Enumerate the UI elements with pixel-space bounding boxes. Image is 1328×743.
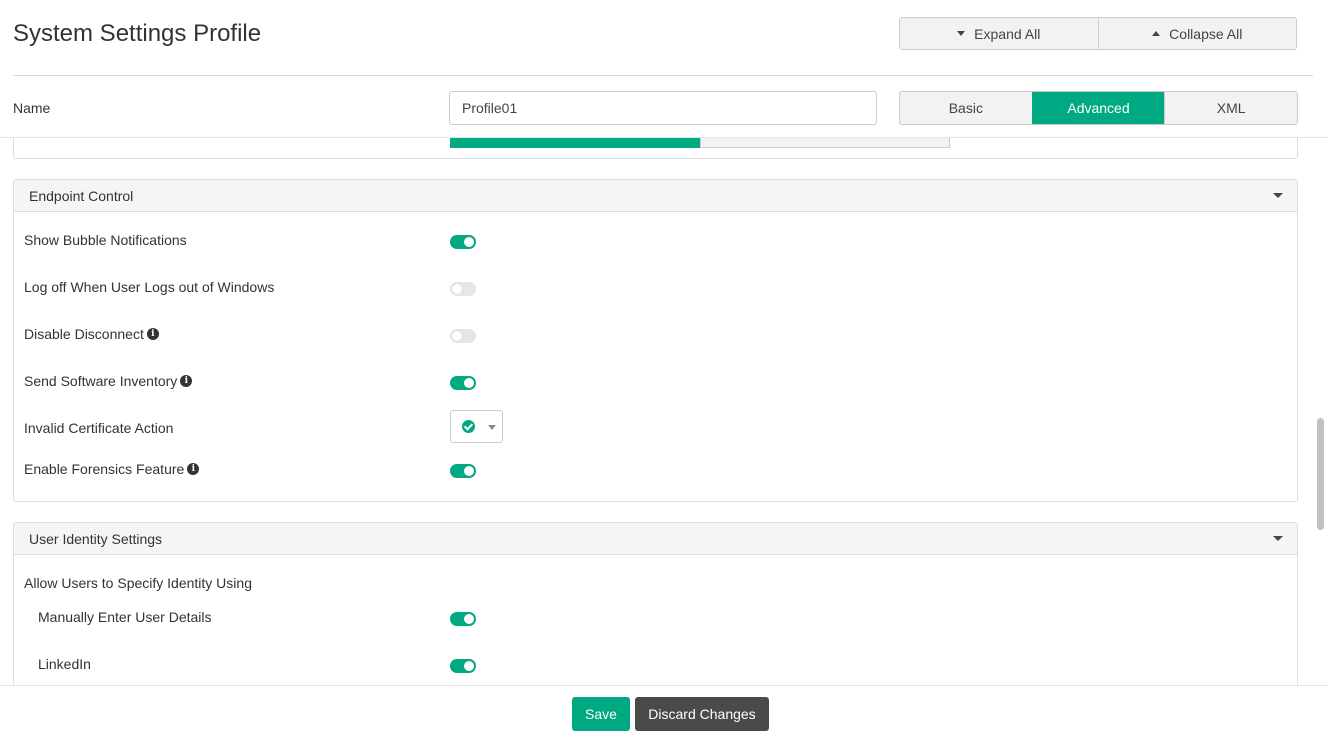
setting-intro: Allow Users to Specify Identity Using: [24, 575, 252, 591]
expand-all-button[interactable]: Expand All: [900, 18, 1098, 49]
chevron-down-icon: [1273, 536, 1283, 541]
mode-xml-button[interactable]: XML: [1164, 92, 1297, 124]
setting-label: Invalid Certificate Action: [24, 420, 174, 436]
setting-label: Show Bubble Notifications: [24, 232, 187, 248]
footer-bar: Save Discard Changes: [0, 685, 1328, 743]
info-icon[interactable]: i: [180, 375, 193, 387]
sticky-header: System Settings Profile Expand All Colla…: [0, 0, 1328, 137]
setting-row: Disable Disconnect i: [24, 326, 159, 342]
chevron-down-icon: [488, 425, 496, 430]
setting-row: Manually Enter User Details: [38, 609, 212, 625]
manual-user-details-toggle[interactable]: [450, 612, 476, 626]
header-divider: [0, 137, 1328, 138]
discard-changes-button[interactable]: Discard Changes: [635, 697, 769, 731]
mode-toggle-group: Basic Advanced XML: [899, 91, 1298, 125]
enable-forensics-toggle[interactable]: [450, 464, 476, 478]
caret-up-icon: [1152, 31, 1161, 36]
user-identity-header[interactable]: User Identity Settings: [14, 523, 1297, 555]
endpoint-control-header[interactable]: Endpoint Control: [14, 180, 1297, 212]
segment-option-selected[interactable]: [450, 137, 700, 148]
panel-title: User Identity Settings: [29, 530, 163, 547]
setting-row: Show Bubble Notifications: [24, 232, 187, 248]
divider: [13, 75, 1313, 76]
scrollbar-thumb[interactable]: [1317, 418, 1324, 530]
name-input[interactable]: [449, 91, 877, 125]
setting-row: Send Software Inventory i: [24, 373, 193, 389]
check-circle-icon: [462, 420, 475, 433]
user-identity-panel: User Identity Settings Allow Users to Sp…: [13, 522, 1298, 712]
setting-label: Disable Disconnect: [24, 326, 144, 342]
page-title: System Settings Profile: [13, 20, 262, 47]
log-off-toggle[interactable]: [450, 282, 476, 296]
collapse-all-button[interactable]: Collapse All: [1097, 18, 1297, 49]
settings-page: System Settings Profile Expand All Colla…: [0, 0, 1328, 743]
info-icon[interactable]: i: [146, 328, 159, 340]
disable-disconnect-toggle[interactable]: [450, 329, 476, 343]
setting-row: Enable Forensics Feature i: [24, 461, 200, 477]
mode-advanced-button[interactable]: Advanced: [1031, 92, 1165, 124]
expand-all-label: Expand All: [974, 25, 1041, 42]
setting-label: LinkedIn: [38, 656, 91, 672]
linkedin-toggle[interactable]: [450, 659, 476, 673]
mode-basic-button[interactable]: Basic: [900, 92, 1032, 124]
show-bubble-notifications-toggle[interactable]: [450, 235, 476, 249]
save-button[interactable]: Save: [572, 697, 630, 731]
endpoint-control-panel: Endpoint Control Show Bubble Notificatio…: [13, 179, 1298, 502]
segment-option[interactable]: [700, 137, 950, 148]
setting-row: Invalid Certificate Action: [24, 420, 173, 436]
send-software-inventory-toggle[interactable]: [450, 376, 476, 390]
name-label: Name: [13, 100, 51, 116]
setting-row: LinkedIn: [38, 656, 91, 672]
invalid-certificate-action-dropdown[interactable]: [450, 410, 503, 443]
collapse-all-label: Collapse All: [1169, 25, 1243, 42]
setting-label: Log off When User Logs out of Windows: [24, 279, 275, 295]
setting-label: Send Software Inventory: [24, 373, 178, 389]
panel-title: Endpoint Control: [29, 187, 134, 204]
info-icon[interactable]: i: [187, 463, 200, 475]
setting-label: Enable Forensics Feature: [24, 461, 185, 477]
setting-label: Manually Enter User Details: [38, 609, 212, 625]
setting-label: Allow Users to Specify Identity Using: [24, 575, 252, 591]
setting-row: Log off When User Logs out of Windows: [24, 279, 274, 295]
expand-collapse-group: Expand All Collapse All: [899, 17, 1297, 50]
caret-down-icon: [957, 31, 966, 36]
chevron-down-icon: [1273, 193, 1283, 198]
